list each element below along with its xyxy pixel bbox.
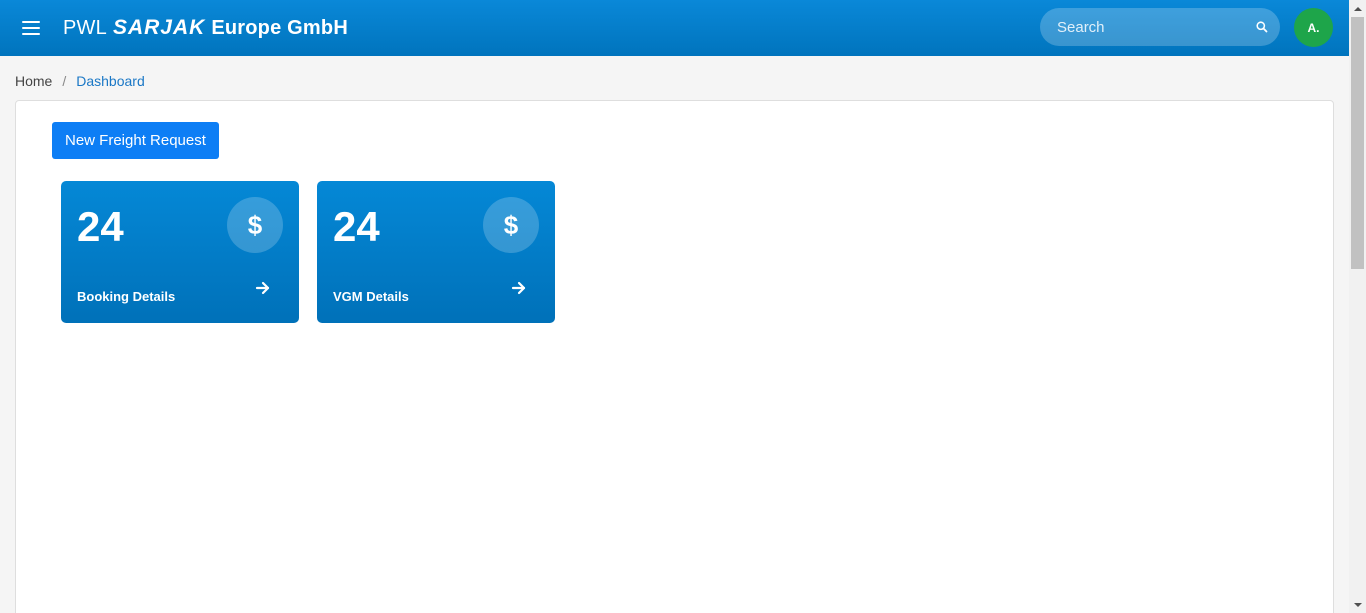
scrollbar-thumb[interactable] [1351,17,1364,269]
dollar-icon: $ [483,197,539,253]
dollar-icon: $ [227,197,283,253]
brand-logo-text: SARJAK [112,16,206,39]
scroll-down-arrow-icon[interactable] [1349,596,1366,613]
breadcrumb-current[interactable]: Dashboard [76,73,145,89]
vertical-scrollbar[interactable] [1349,0,1366,613]
card-label: VGM Details [333,289,409,304]
card-count: 24 [77,203,124,250]
brand-suffix: Europe GmbH [211,17,348,39]
brand-prefix: PWL [63,17,107,39]
scroll-up-arrow-icon[interactable] [1349,0,1366,17]
new-freight-request-button[interactable]: New Freight Request [52,122,219,159]
breadcrumb: Home / Dashboard [15,73,145,89]
dashboard-panel: New Freight Request 24 $ Booking Details… [15,100,1334,613]
search-box [1040,8,1280,46]
card-label: Booking Details [77,289,176,304]
search-icon[interactable] [1256,18,1268,36]
brand-logo[interactable]: PWL SARJAK Europe GmbH [63,16,348,40]
top-navbar: PWL SARJAK Europe GmbH A. [0,0,1349,56]
vgm-details-card[interactable]: 24 $ VGM Details [317,181,555,323]
hamburger-menu-icon[interactable] [22,21,40,35]
breadcrumb-separator: / [62,73,67,89]
arrow-right-icon[interactable] [255,280,271,296]
user-avatar[interactable]: A. [1294,8,1333,47]
booking-details-card[interactable]: 24 $ Booking Details [61,181,299,323]
arrow-right-icon[interactable] [511,280,527,296]
card-count: 24 [333,203,380,250]
breadcrumb-home[interactable]: Home [15,73,52,89]
search-input[interactable] [1057,18,1256,36]
